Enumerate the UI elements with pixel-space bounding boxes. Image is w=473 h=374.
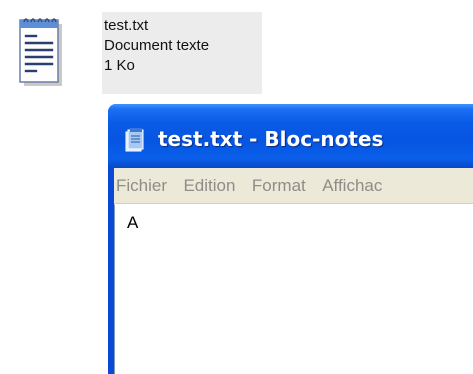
notepad-window: test.txt - Bloc-notes Fichier Edition Fo… <box>108 104 473 374</box>
desktop-file-item[interactable]: test.txt Document texte 1 Ko <box>8 8 268 98</box>
menu-affichage[interactable]: Affichac <box>316 168 388 203</box>
file-type: Document texte <box>104 37 210 54</box>
menu-edition[interactable]: Edition <box>177 168 241 203</box>
file-size: 1 Ko <box>104 57 135 74</box>
title-bar[interactable]: test.txt - Bloc-notes <box>108 104 473 168</box>
menu-bar: Fichier Edition Format Affichac <box>114 168 473 204</box>
text-editor-area[interactable]: A <box>114 204 473 374</box>
window-title: test.txt - Bloc-notes <box>158 127 384 151</box>
editor-content: A <box>127 213 139 232</box>
menu-format[interactable]: Format <box>246 168 312 203</box>
menu-fichier[interactable]: Fichier <box>114 168 173 203</box>
file-name: test.txt <box>104 17 149 34</box>
notepad-app-icon[interactable] <box>122 127 146 153</box>
file-details: test.txt Document texte 1 Ko <box>102 12 262 94</box>
notepad-text-file-icon <box>14 10 70 90</box>
